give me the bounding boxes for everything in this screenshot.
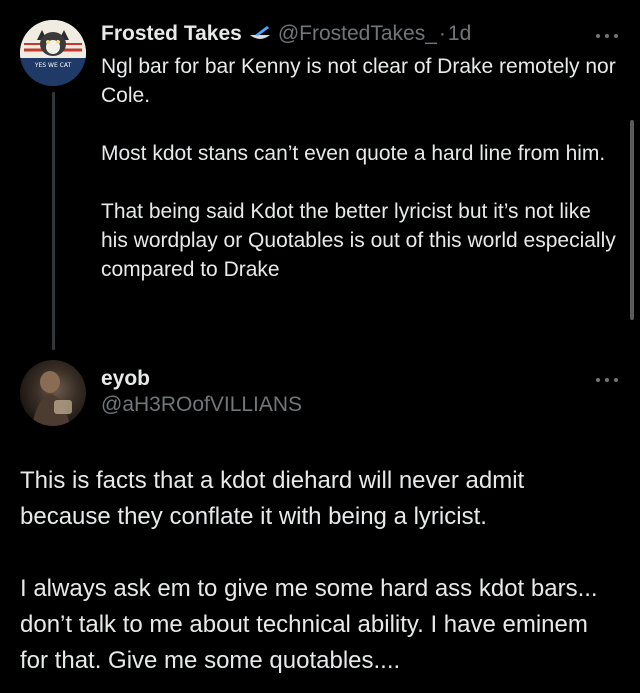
reply-display-name[interactable]: eyob — [101, 367, 150, 391]
avatar-caption: YES WE CAT — [34, 62, 72, 69]
tweet-paragraph: Ngl bar for bar Kenny is not clear of Dr… — [101, 55, 616, 107]
pen-badge-icon — [248, 24, 272, 44]
handle[interactable]: @FrostedTakes_ — [278, 22, 437, 46]
reply-text: This is facts that a kdot diehard will n… — [20, 463, 620, 679]
more-icon[interactable] — [596, 376, 618, 384]
avatar[interactable]: YES WE CAT — [20, 20, 86, 86]
display-name[interactable]: Frosted Takes — [101, 22, 242, 46]
tweet[interactable]: YES WE CAT Frosted Takes @FrostedTakes_ ·… — [0, 0, 640, 355]
cat-avatar-icon — [20, 20, 86, 86]
more-icon[interactable] — [596, 32, 618, 40]
reply-paragraph: I always ask em to give me some hard ass… — [20, 575, 598, 674]
separator: · — [438, 22, 446, 45]
reply-handle[interactable]: @aH3ROofVILLIANS — [101, 393, 302, 417]
thread-line — [52, 92, 55, 350]
tweet-paragraph: That being said Kdot the better lyricist… — [101, 200, 616, 281]
tweet-header: Frosted Takes @FrostedTakes_ · 1d — [101, 20, 471, 48]
scrollbar[interactable] — [630, 120, 634, 320]
tweet-paragraph: Most kdot stans can’t even quote a hard … — [101, 142, 606, 165]
timestamp[interactable]: 1d — [448, 22, 471, 46]
reply-paragraph: This is facts that a kdot diehard will n… — [20, 467, 525, 530]
tweet-text: Ngl bar for bar Kenny is not clear of Dr… — [101, 52, 621, 284]
reply-avatar[interactable] — [20, 360, 86, 426]
person-photo-icon — [32, 371, 72, 426]
